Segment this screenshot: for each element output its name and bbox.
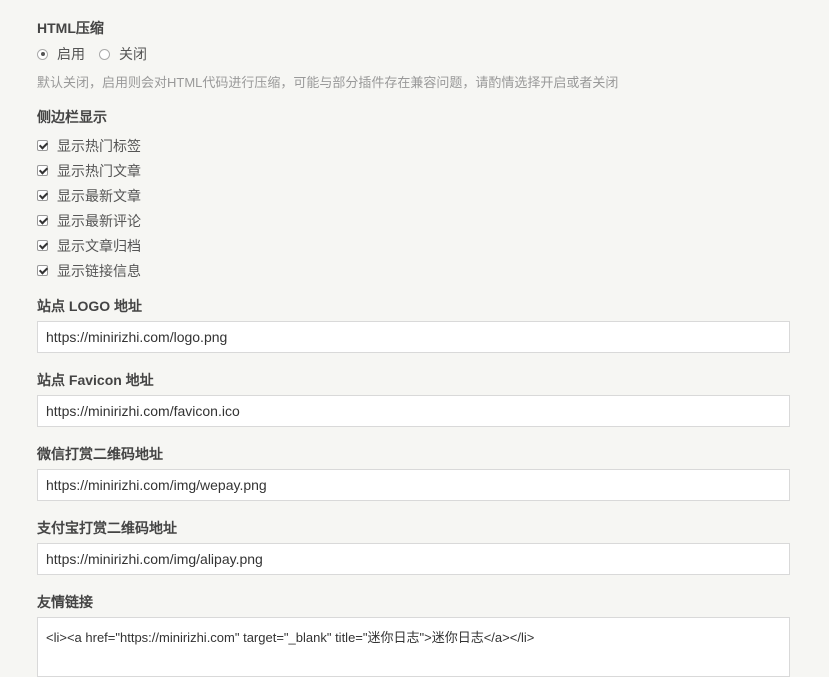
checkbox-hot-posts[interactable]: 显示热门文章 (37, 158, 141, 183)
wechat-qr-title: 微信打赏二维码地址 (37, 446, 163, 462)
wechat-qr-input[interactable]: https://minirizhi.com/img/wepay.png (37, 469, 790, 501)
radio-enable-label: 启用 (57, 46, 85, 62)
settings-form: HTML压缩 启用 关闭 默认关闭，启用则会对HTML代码进行压缩，可能与部分插… (0, 0, 829, 677)
sidebar-display-title: 侧边栏显示 (37, 109, 107, 125)
html-compress-radio-group: 启用 关闭 (37, 44, 161, 64)
friend-links-textarea[interactable]: <li><a href="https://minirizhi.com" targ… (37, 617, 790, 677)
checkbox-recent-posts-control[interactable] (37, 190, 48, 201)
checkbox-recent-comments[interactable]: 显示最新评论 (37, 208, 141, 233)
checkbox-recent-posts[interactable]: 显示最新文章 (37, 183, 141, 208)
radio-disable-label: 关闭 (119, 46, 147, 62)
radio-enable-control[interactable] (37, 48, 48, 60)
logo-url-title: 站点 LOGO 地址 (37, 298, 142, 314)
favicon-url-input[interactable]: https://minirizhi.com/favicon.ico (37, 395, 790, 427)
friend-links-title: 友情链接 (37, 594, 93, 610)
alipay-qr-title: 支付宝打赏二维码地址 (37, 520, 177, 536)
checkbox-archives-label: 显示文章归档 (57, 237, 141, 254)
checkbox-hot-tags-control[interactable] (37, 140, 48, 151)
checkbox-hot-tags-label: 显示热门标签 (57, 137, 141, 154)
alipay-qr-input[interactable]: https://minirizhi.com/img/alipay.png (37, 543, 790, 575)
radio-disable[interactable]: 关闭 (99, 44, 147, 64)
logo-url-input[interactable]: https://minirizhi.com/logo.png (37, 321, 790, 353)
checkbox-hot-tags[interactable]: 显示热门标签 (37, 133, 141, 158)
checkbox-hot-posts-control[interactable] (37, 165, 48, 176)
sidebar-checkbox-list: 显示热门标签 显示热门文章 显示最新文章 显示最新评论 显示文章归档 显示链接信… (37, 133, 141, 283)
checkbox-archives-control[interactable] (37, 240, 48, 251)
radio-disable-control[interactable] (99, 48, 110, 60)
html-compress-title: HTML压缩 (37, 20, 104, 36)
checkbox-hot-posts-label: 显示热门文章 (57, 162, 141, 179)
checkbox-recent-comments-label: 显示最新评论 (57, 212, 141, 229)
checkbox-archives[interactable]: 显示文章归档 (37, 233, 141, 258)
radio-enable[interactable]: 启用 (37, 44, 85, 64)
checkbox-recent-comments-control[interactable] (37, 215, 48, 226)
favicon-url-title: 站点 Favicon 地址 (37, 372, 154, 388)
html-compress-hint: 默认关闭，启用则会对HTML代码进行压缩，可能与部分插件存在兼容问题，请酌情选择… (37, 75, 619, 90)
checkbox-recent-posts-label: 显示最新文章 (57, 187, 141, 204)
checkbox-links-info-label: 显示链接信息 (57, 262, 141, 279)
checkbox-links-info-control[interactable] (37, 265, 48, 276)
checkbox-links-info[interactable]: 显示链接信息 (37, 258, 141, 283)
